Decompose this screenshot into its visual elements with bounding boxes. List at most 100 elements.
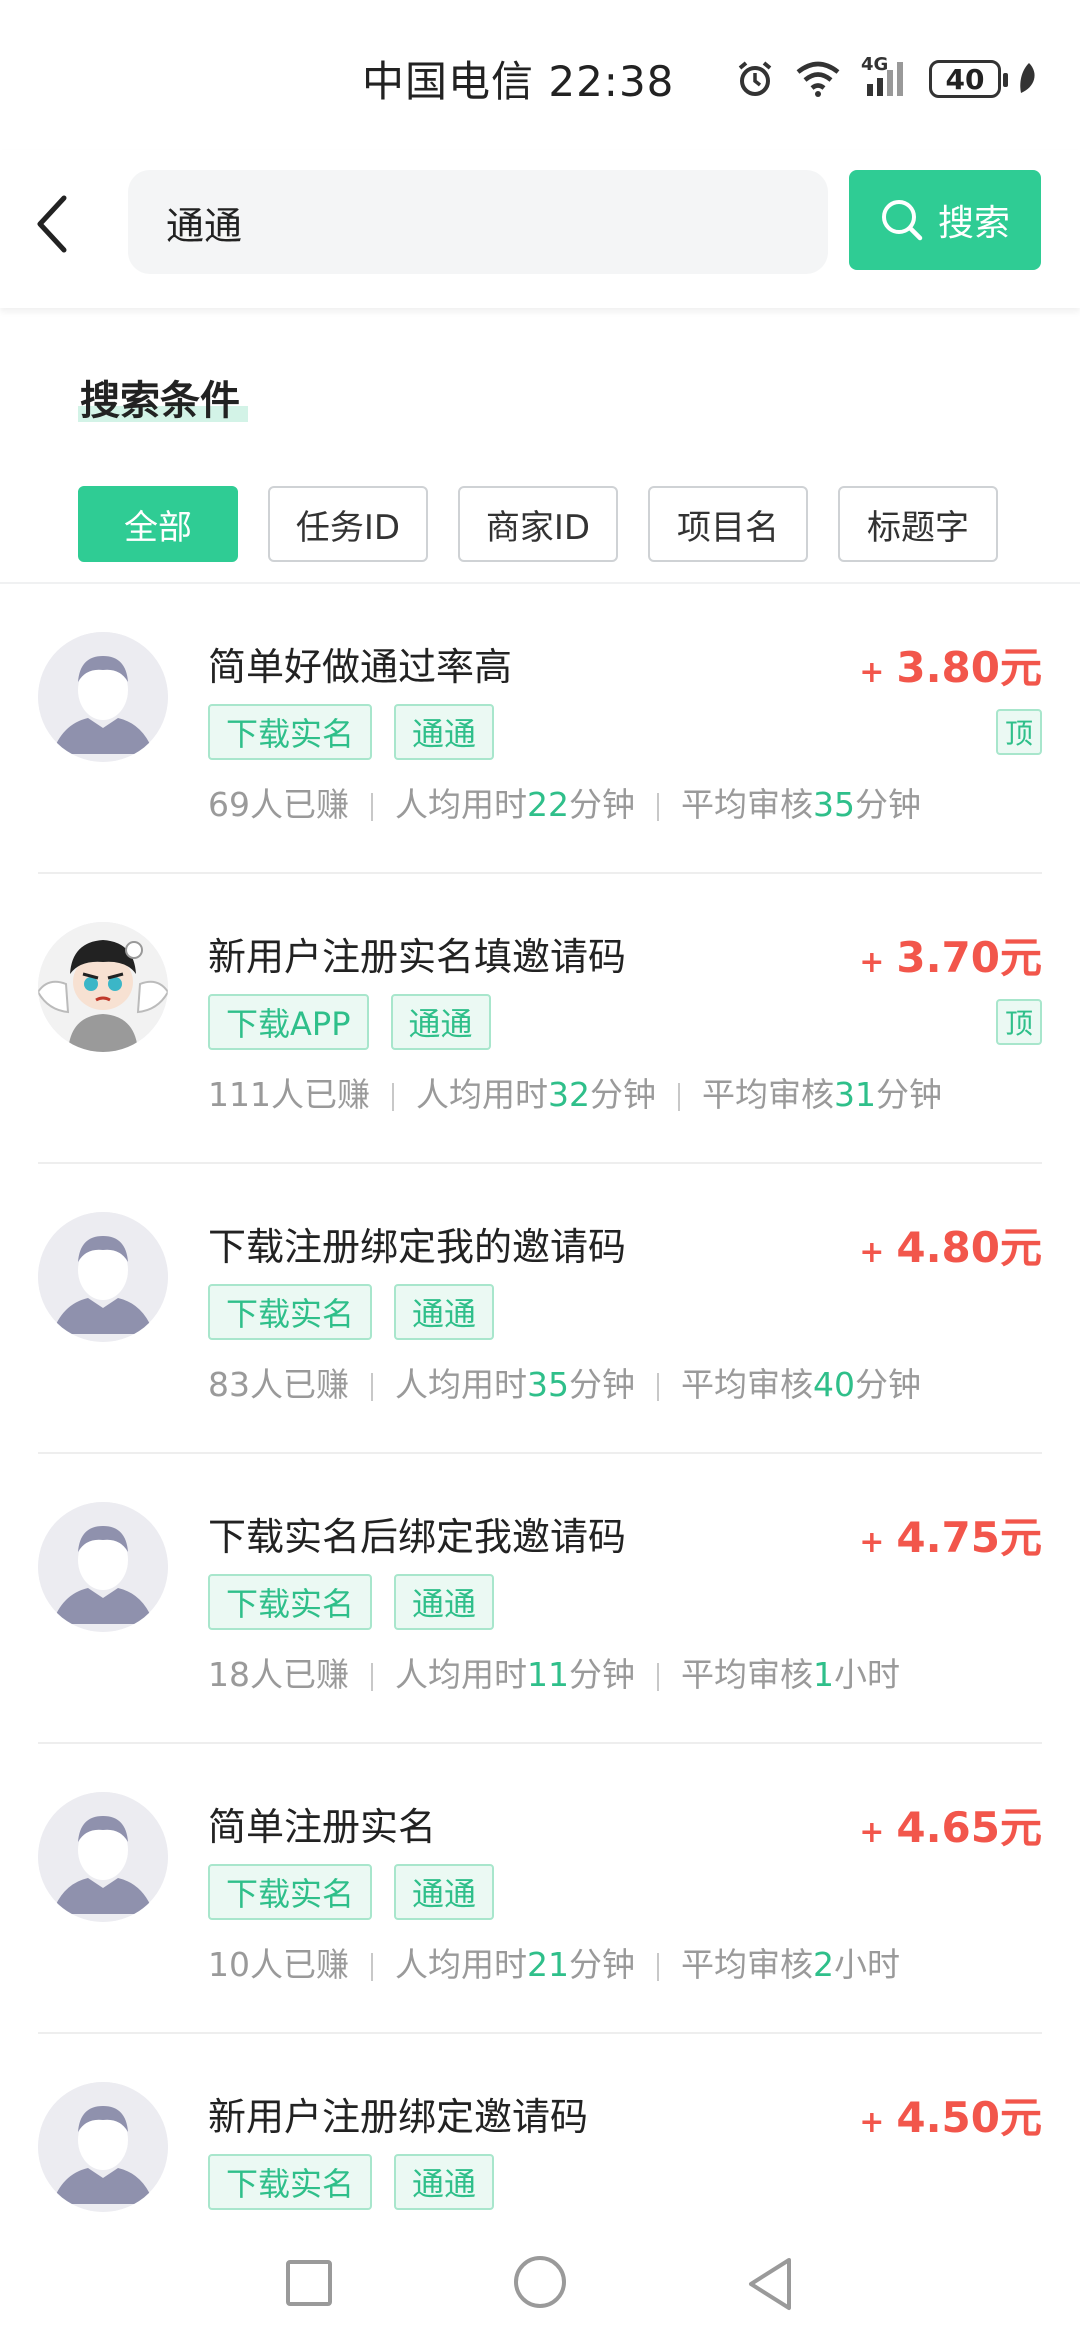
task-tag: 下载实名	[208, 1864, 373, 1920]
filter-chip-task-id[interactable]: 任务ID	[268, 486, 428, 562]
filter-chip-all[interactable]: 全部	[78, 486, 238, 562]
task-reward: +4.75元	[859, 1504, 1042, 1565]
task-stats: 111人已赚 人均用时32分钟 平均审核31分钟	[208, 1068, 942, 1116]
leaf-icon	[1020, 63, 1035, 93]
review-label: 平均审核	[702, 1075, 834, 1114]
task-tag: 通通	[394, 1574, 495, 1630]
task-price: 4.50元	[896, 2093, 1042, 2142]
task-reward: +3.80元	[859, 634, 1042, 695]
avg-time-label: 人均用时	[416, 1075, 548, 1114]
pinned-badge: 顶	[996, 999, 1042, 1045]
search-button-label: 搜索	[937, 203, 1010, 244]
earned-count: 69人已赚	[208, 785, 349, 824]
separator	[678, 1082, 680, 1111]
filter-chip-title-keyword[interactable]: 标题字	[838, 486, 998, 562]
task-item[interactable]: 下载注册绑定我的邀请码 +4.80元 下载实名 通通 83人已赚 人均用时35分钟…	[38, 1164, 1042, 1454]
earned-count: 10人已赚	[208, 1945, 349, 1984]
task-tags: 下载实名 通通	[208, 704, 495, 760]
separator	[392, 1082, 394, 1111]
signal-icon: 4G	[861, 54, 909, 100]
task-price: 4.65元	[896, 1803, 1042, 1852]
search-input[interactable]	[166, 170, 786, 274]
default-avatar	[38, 1212, 168, 1342]
home-icon[interactable]	[514, 2256, 566, 2308]
task-reward: +3.70元	[859, 924, 1042, 985]
search-button[interactable]: 搜索	[849, 170, 1041, 270]
task-tag: 下载实名	[208, 2154, 373, 2210]
task-tag: 下载APP	[208, 994, 369, 1050]
wifi-icon	[796, 61, 840, 97]
task-price: 4.75元	[896, 1513, 1042, 1562]
task-stats: 10人已赚 人均用时21分钟 平均审核2小时	[208, 1938, 900, 1986]
back-icon[interactable]	[745, 2256, 795, 2312]
review-unit: 分钟	[876, 1075, 942, 1114]
task-tag: 通通	[394, 704, 495, 760]
task-title: 下载实名后绑定我邀请码	[208, 1515, 627, 1559]
task-price: 3.70元	[896, 933, 1042, 982]
plus-icon: +	[859, 1815, 885, 1850]
task-tag: 下载实名	[208, 1284, 373, 1340]
task-tag: 通通	[394, 1864, 495, 1920]
task-tags: 下载APP 通通	[208, 994, 491, 1050]
task-list: 简单好做通过率高 +3.80元 下载实名 通通 顶 69人已赚 人均用时22分钟平…	[0, 584, 1080, 2324]
task-item[interactable]: 下载实名后绑定我邀请码 +4.75元 下载实名 通通 18人已赚 人均用时11分钟…	[38, 1454, 1042, 1744]
avg-time-value: 32	[548, 1075, 590, 1114]
task-reward: +4.80元	[859, 1214, 1042, 1275]
alarm-icon	[738, 61, 772, 96]
plus-icon: +	[859, 1525, 885, 1560]
review-value: 35	[813, 785, 855, 824]
task-tag: 下载实名	[208, 1574, 373, 1630]
separator	[371, 1372, 373, 1401]
back-button[interactable]	[22, 186, 82, 262]
section-title-text: 搜索条件	[80, 378, 240, 424]
avg-time-unit: 分钟	[569, 1945, 635, 1984]
task-tag: 通通	[394, 1284, 495, 1340]
separator	[657, 1952, 659, 1981]
cartoon-avatar	[38, 922, 168, 1052]
filter-chip-merchant-id[interactable]: 商家ID	[458, 486, 618, 562]
avg-time-unit: 分钟	[590, 1075, 656, 1114]
task-title: 简单好做通过率高	[208, 645, 513, 689]
avg-time-label: 人均用时	[395, 1365, 527, 1404]
search-box[interactable]	[128, 170, 828, 274]
system-nav-bar	[0, 2216, 1080, 2340]
earned-count: 83人已赚	[208, 1365, 349, 1404]
avg-time-unit: 分钟	[569, 785, 635, 824]
separator	[371, 792, 373, 821]
review-unit: 分钟	[855, 1365, 921, 1404]
separator	[657, 792, 659, 821]
earned-count: 18人已赚	[208, 1655, 349, 1694]
review-label: 平均审核	[681, 1655, 813, 1694]
recent-apps-icon[interactable]	[286, 2260, 332, 2306]
pinned-badge: 顶	[996, 709, 1042, 755]
task-tags: 下载实名 通通	[208, 1284, 495, 1340]
separator	[371, 1952, 373, 1981]
task-stats: 69人已赚 人均用时22分钟 平均审核35分钟	[208, 778, 921, 826]
task-item[interactable]: 简单注册实名 +4.65元 下载实名 通通 10人已赚 人均用时21分钟 平均审核2…	[38, 1744, 1042, 2034]
plus-icon: +	[859, 655, 885, 690]
search-header: 搜索	[0, 150, 1080, 308]
plus-icon: +	[859, 2105, 885, 2140]
avg-time-label: 人均用时	[395, 1655, 527, 1694]
filter-chip-project-name[interactable]: 项目名	[648, 486, 808, 562]
default-avatar	[38, 632, 168, 762]
task-item[interactable]: 新用户注册实名填邀请码 +3.70元 下载APP 通通 顶 111人已赚 人均用时…	[38, 874, 1042, 1164]
review-unit: 分钟	[855, 785, 921, 824]
avg-time-label: 人均用时	[395, 785, 527, 824]
separator	[657, 1372, 659, 1401]
task-title: 下载注册绑定我的邀请码	[208, 1225, 627, 1269]
separator	[657, 1662, 659, 1691]
task-stats: 83人已赚 人均用时35分钟 平均审核40分钟	[208, 1358, 921, 1406]
separator	[371, 1662, 373, 1691]
task-tags: 下载实名 通通	[208, 2154, 495, 2210]
status-bar: 中国电信 22:38 4G 40	[0, 0, 1080, 150]
avg-time-value: 22	[527, 785, 569, 824]
task-tags: 下载实名 通通	[208, 1864, 495, 1920]
review-value: 2	[813, 1945, 834, 1984]
review-value: 40	[813, 1365, 855, 1404]
avg-time-unit: 分钟	[569, 1655, 635, 1694]
default-avatar	[38, 1502, 168, 1632]
plus-icon: +	[859, 945, 885, 980]
task-tag: 下载实名	[208, 704, 373, 760]
task-item[interactable]: 简单好做通过率高 +3.80元 下载实名 通通 顶 69人已赚 人均用时22分钟平…	[38, 584, 1042, 874]
